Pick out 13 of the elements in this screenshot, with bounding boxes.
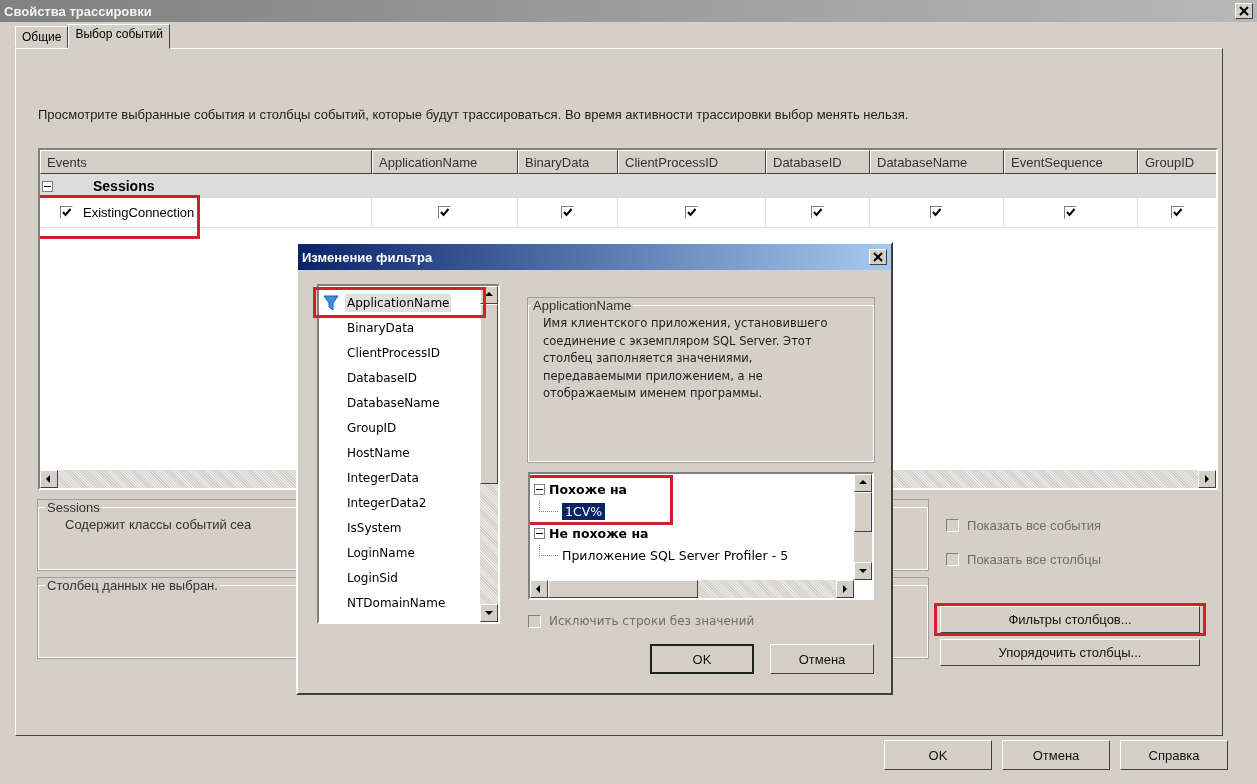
checkbox-label: Показать все столбцы xyxy=(967,551,1102,567)
category-label: Sessions xyxy=(93,178,155,194)
description-text: Просмотрите выбранные события и столбцы событий, которые будут трассироваться. Во время активности трассировки выбор менять нельзя. xyxy=(38,107,910,122)
group-title: ApplicationName xyxy=(532,298,633,313)
event-label: ExistingConnection xyxy=(83,205,195,220)
group-title: Столбец данных не выбран. xyxy=(46,578,219,593)
window-title: Свойства трассировки xyxy=(4,3,152,19)
group-text: Содержит классы событий сеа xyxy=(65,517,252,532)
checkbox-label: Показать все события xyxy=(967,517,1101,533)
column-description: Имя клиентского приложения, установившего соединение с экземпляром SQL Server. Этот столбец заполняется значениями, передаваемыми приложением, а не отображаемым именем программы. xyxy=(543,315,829,402)
dialog-title: Изменение фильтра xyxy=(302,249,433,265)
checkbox-label: Исключить строки без значений xyxy=(549,614,755,628)
group-title: Sessions xyxy=(46,500,101,515)
